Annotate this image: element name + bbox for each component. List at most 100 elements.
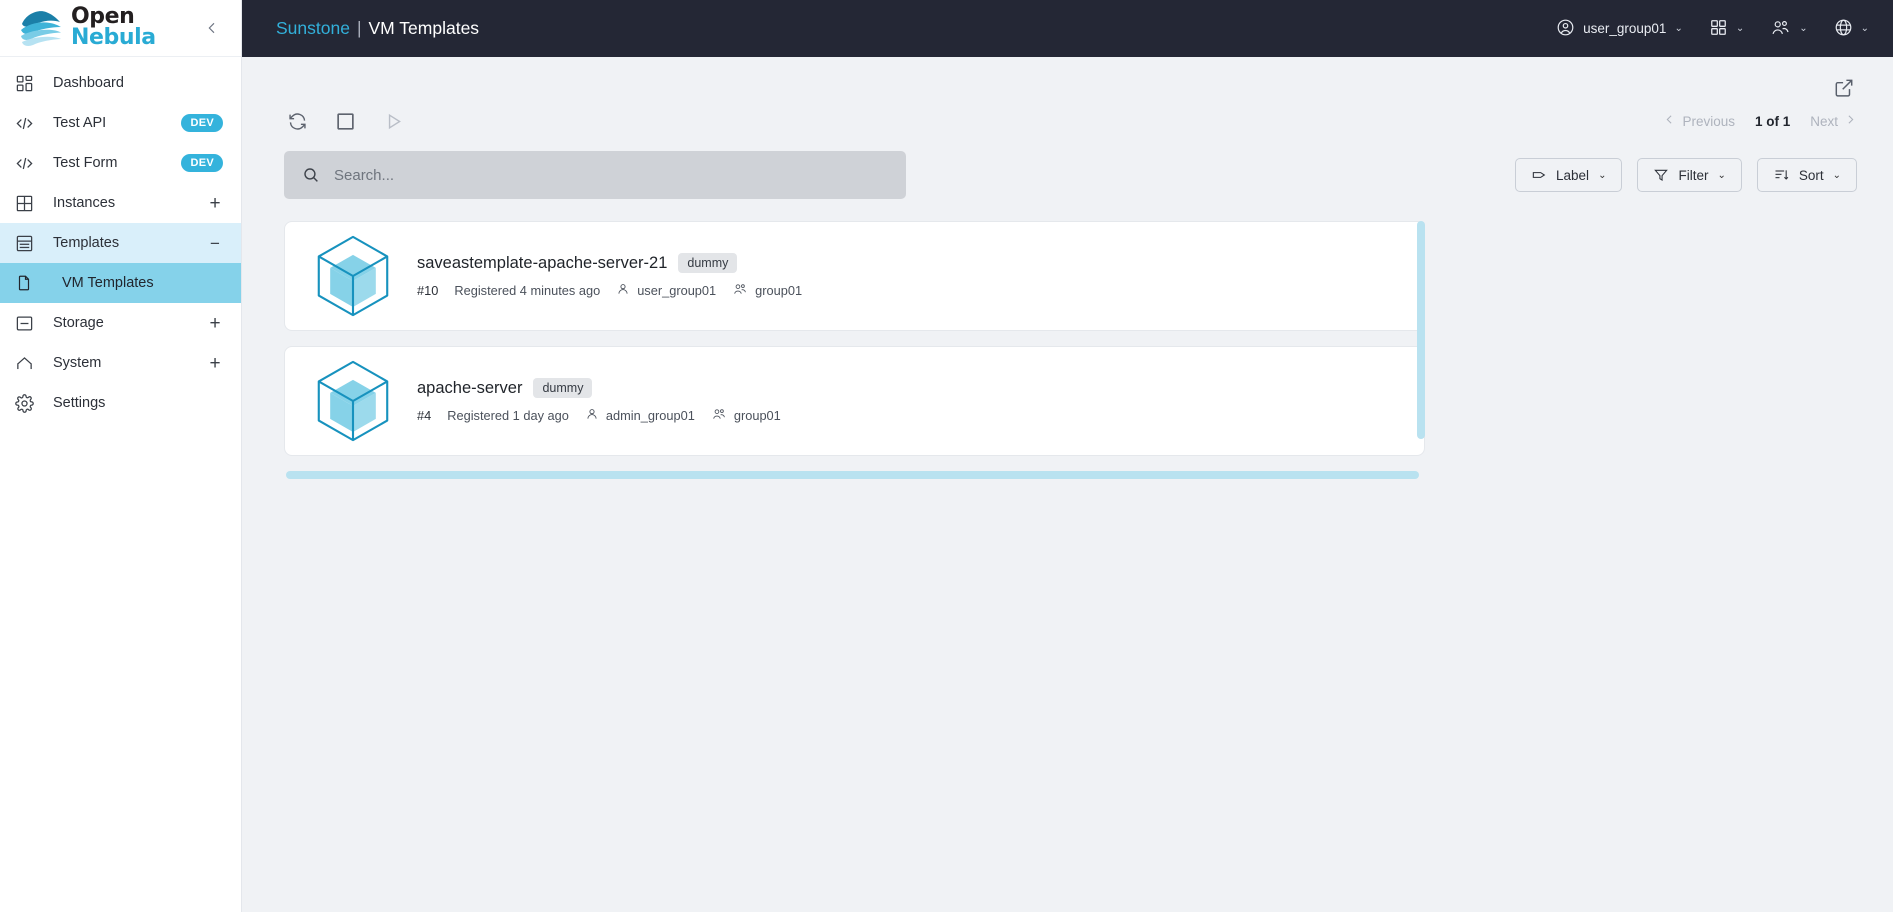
sidebar-collapse-button[interactable] — [199, 15, 225, 41]
template-card[interactable]: saveastemplate-apache-server-21 dummy #1… — [284, 221, 1425, 331]
template-meta: #10 Registered 4 minutes ago user_group0… — [417, 282, 802, 299]
templates-list-wrapper: saveastemplate-apache-server-21 dummy #1… — [242, 199, 1893, 479]
chevron-down-icon: ⌄ — [1832, 169, 1841, 181]
user-menu-button[interactable]: user_group01 ⌄ — [1556, 18, 1683, 40]
template-registered: Registered 4 minutes ago — [454, 283, 601, 298]
dev-badge: DEV — [181, 154, 223, 172]
user-menu-label: user_group01 — [1583, 21, 1667, 36]
template-id: #10 — [417, 283, 439, 298]
external-link-icon[interactable] — [1833, 77, 1855, 99]
export-row — [242, 57, 1893, 99]
sidebar-item-label: Dashboard — [53, 75, 124, 91]
status-badge: dummy — [533, 378, 593, 398]
next-page-button[interactable]: Next — [1810, 113, 1857, 129]
expand-plus-icon[interactable]: + — [207, 194, 223, 213]
vertical-scrollbar[interactable] — [1417, 221, 1425, 439]
bulk-actions — [284, 108, 406, 134]
chevron-down-icon: ⌄ — [1598, 169, 1607, 181]
chevron-left-icon — [1663, 113, 1676, 129]
home-icon — [8, 354, 40, 373]
sidebar-nav: Dashboard Test API DEV Test Form DEV Ins… — [0, 57, 241, 912]
sidebar-item-templates[interactable]: Templates − — [0, 223, 241, 263]
template-owner-label: admin_group01 — [605, 408, 695, 423]
dashboard-icon — [8, 74, 40, 93]
sidebar-item-vm-templates[interactable]: VM Templates — [0, 263, 241, 303]
group-menu-button[interactable]: ⌄ — [1770, 18, 1808, 40]
title-separator: | — [356, 18, 362, 38]
grid-apps-icon — [1709, 18, 1728, 40]
opennebula-logo: Open Nebula — [18, 6, 156, 49]
search-box[interactable] — [284, 151, 906, 199]
people-icon — [1770, 18, 1791, 40]
chevron-down-icon: ⌄ — [1674, 23, 1683, 34]
template-meta: #4 Registered 1 day ago admin_group01 gr… — [417, 407, 781, 424]
views-menu-button[interactable]: ⌄ — [1709, 18, 1744, 40]
template-owner-label: user_group01 — [637, 283, 717, 298]
template-group: group01 — [711, 407, 781, 424]
sidebar-item-label: Instances — [53, 195, 116, 211]
play-triangle-icon[interactable] — [380, 108, 406, 134]
language-menu-button[interactable]: ⌄ — [1834, 18, 1869, 40]
templates-list: saveastemplate-apache-server-21 dummy #1… — [284, 221, 1425, 479]
sidebar-item-label: Settings — [53, 395, 106, 411]
sidebar-item-system[interactable]: System + — [0, 343, 241, 383]
sidebar-item-storage[interactable]: Storage + — [0, 303, 241, 343]
template-card[interactable]: apache-server dummy #4 Registered 1 day … — [284, 346, 1425, 456]
top-header-bar: Sunstone | VM Templates user_group01 ⌄ ⌄… — [242, 0, 1893, 57]
expand-plus-icon[interactable]: + — [207, 354, 223, 373]
opennebula-cloud-mark — [21, 11, 61, 46]
filter-button[interactable]: Filter ⌄ — [1637, 158, 1742, 192]
chevron-down-icon: ⌄ — [1799, 23, 1808, 34]
sort-icon — [1773, 167, 1790, 183]
filter-button-label: Filter — [1678, 167, 1709, 183]
collapse-minus-icon[interactable]: − — [207, 235, 223, 252]
sidebar-item-test-form[interactable]: Test Form DEV — [0, 143, 241, 183]
sidebar-item-instances[interactable]: Instances + — [0, 183, 241, 223]
label-filter-button[interactable]: Label ⌄ — [1515, 158, 1623, 192]
refresh-icon[interactable] — [284, 108, 310, 134]
template-card-body: saveastemplate-apache-server-21 dummy #1… — [401, 253, 802, 299]
chevron-down-icon: ⌄ — [1717, 169, 1726, 181]
sidebar-header: Open Nebula — [0, 0, 241, 57]
sidebar-item-label: Storage — [53, 315, 104, 331]
chevron-down-icon: ⌄ — [1735, 23, 1745, 34]
sidebar-item-label: Test API — [53, 115, 107, 131]
previous-page-button[interactable]: Previous — [1663, 113, 1735, 129]
expand-plus-icon[interactable]: + — [207, 314, 223, 333]
user-icon — [585, 407, 599, 424]
sidebar-item-label: System — [53, 355, 102, 371]
chevron-left-icon — [208, 22, 215, 34]
template-id: #4 — [417, 408, 432, 423]
search-input[interactable] — [332, 165, 888, 185]
content-area: Previous 1 of 1 Next Search... Label ⌄ F… — [242, 57, 1893, 912]
search-icon — [302, 166, 320, 184]
dev-badge: DEV — [181, 114, 223, 132]
header-title-group: Sunstone | VM Templates — [276, 18, 479, 39]
pagination: Previous 1 of 1 Next — [1663, 113, 1857, 129]
document-icon — [8, 274, 40, 292]
template-title-row: saveastemplate-apache-server-21 dummy — [417, 253, 802, 273]
group-icon — [732, 282, 748, 299]
template-group-label: group01 — [755, 283, 803, 298]
horizontal-scrollbar[interactable] — [286, 471, 1419, 479]
main-area: Sunstone | VM Templates user_group01 ⌄ ⌄… — [242, 0, 1893, 912]
label-filter-label: Label — [1556, 167, 1590, 183]
gear-icon — [8, 393, 40, 413]
template-card-body: apache-server dummy #4 Registered 1 day … — [401, 378, 781, 424]
cube-icon — [305, 232, 401, 320]
sidebar-item-test-api[interactable]: Test API DEV — [0, 103, 241, 143]
filter-chip-group: Label ⌄ Filter ⌄ Sort ⌄ — [1515, 158, 1857, 192]
sort-button[interactable]: Sort ⌄ — [1756, 158, 1857, 192]
template-name: apache-server — [417, 378, 523, 397]
select-all-checkbox[interactable] — [332, 108, 358, 134]
previous-page-label: Previous — [1682, 113, 1735, 129]
actions-toolbar: Previous 1 of 1 Next — [242, 99, 1893, 139]
code-icon — [8, 114, 40, 133]
user-circle-icon — [1556, 18, 1575, 40]
template-group-label: group01 — [733, 408, 781, 423]
sidebar-item-label: Templates — [53, 235, 120, 251]
cube-glyph — [317, 360, 389, 442]
group-icon — [711, 407, 727, 424]
sidebar-item-settings[interactable]: Settings — [0, 383, 241, 423]
sidebar-item-dashboard[interactable]: Dashboard — [0, 63, 241, 103]
